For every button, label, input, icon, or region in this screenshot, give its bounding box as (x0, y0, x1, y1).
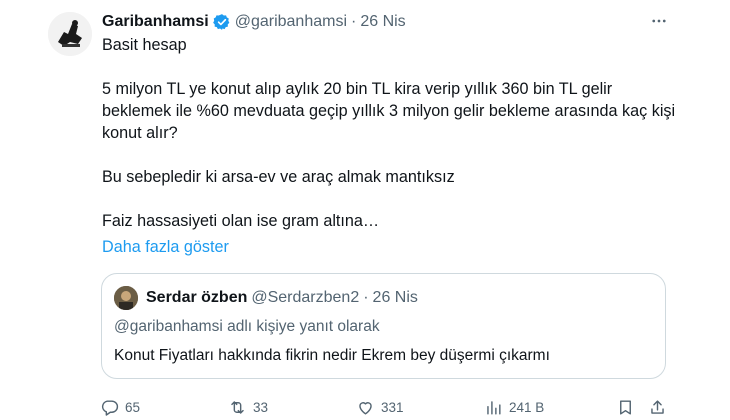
retweet-count: 33 (253, 399, 269, 415)
share-icon (651, 399, 664, 414)
tweet-time[interactable]: 26 Nis (360, 13, 405, 31)
views-count: 241 B (509, 399, 545, 415)
quote-header: Serdar özben @Serdarzben2 · 26 Nis (146, 288, 418, 308)
views-button[interactable]: 241 B (484, 396, 544, 418)
like-icon (359, 401, 372, 415)
reply-icon (101, 399, 119, 416)
views-icon (487, 400, 501, 415)
action-bar: 65 33 331 241 B (100, 396, 670, 418)
author-avatar[interactable] (48, 12, 92, 56)
bookmark-icon (620, 399, 631, 415)
quote-author-name: Serdar özben (146, 289, 248, 306)
retweet-button[interactable]: 33 (228, 396, 268, 418)
quoted-tweet[interactable]: Serdar özben @Serdarzben2 · 26 Nis @gari… (101, 273, 666, 379)
retweet-icon (231, 400, 244, 414)
tweet-line: Faiz hassasiyeti olan ise gram altına… (102, 212, 380, 230)
reply-context: @garibanhamsi adlı kişiye yanıt olarak (114, 318, 380, 335)
more-icon[interactable] (648, 10, 670, 32)
reply-count: 65 (125, 399, 141, 415)
author-handle[interactable]: @garibanhamsi (235, 13, 347, 31)
verified-badge-icon (212, 14, 230, 30)
tweet-line: Basit hesap (102, 36, 187, 54)
quote-time: 26 Nis (372, 289, 418, 306)
bookmark-button[interactable] (616, 396, 641, 418)
tweet-line: 5 milyon TL ye konut alıp aylık 20 bin T… (102, 80, 676, 142)
tweet: Garibanhamsi @garibanhamsi · 26 Nis Basi… (0, 0, 730, 420)
quote-text: Konut Fiyatları hakkında fikrin nedir Ek… (114, 347, 550, 364)
tweet-text: Basit hesap 5 milyon TL ye konut alıp ay… (102, 34, 682, 232)
like-count: 331 (381, 399, 404, 415)
tweet-header: Garibanhamsi @garibanhamsi · 26 Nis (102, 12, 406, 32)
quote-separator: · (363, 289, 369, 306)
header-separator: · (351, 13, 357, 30)
quote-author-handle: @Serdarzben2 (251, 289, 360, 306)
share-button[interactable] (648, 396, 673, 418)
like-button[interactable]: 331 (356, 396, 404, 418)
quote-author-avatar (114, 286, 138, 310)
show-more-link[interactable]: Daha fazla göster (102, 238, 229, 257)
reply-button[interactable]: 65 (100, 396, 140, 418)
author-name[interactable]: Garibanhamsi (102, 13, 209, 31)
tweet-line: Bu sebepledir ki arsa-ev ve araç almak m… (102, 168, 455, 186)
